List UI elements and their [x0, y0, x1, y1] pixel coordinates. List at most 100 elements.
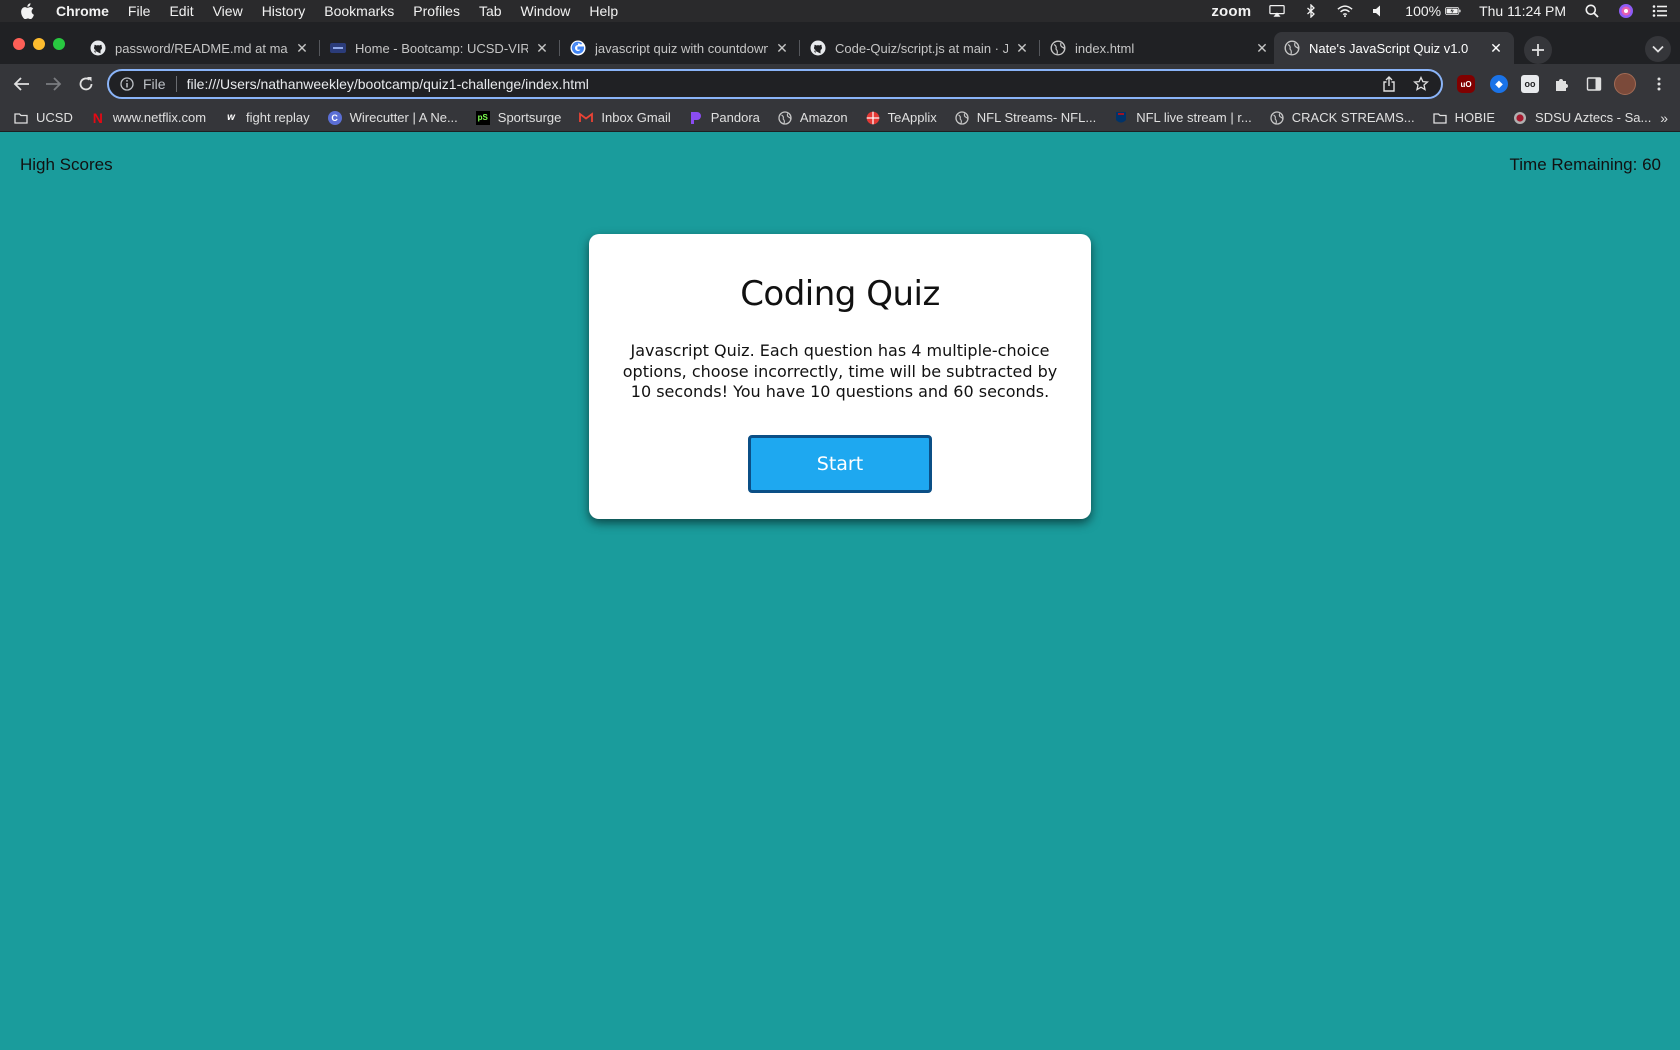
- more-menu-icon[interactable]: [1650, 75, 1668, 93]
- menu-tab[interactable]: Tab: [479, 3, 502, 19]
- bookmark-crack-streams[interactable]: CRACK STREAMS...: [1270, 110, 1415, 125]
- bookmark-gmail[interactable]: Inbox Gmail: [579, 110, 671, 125]
- zoom-status[interactable]: zoom: [1211, 3, 1251, 20]
- bootcamp-icon: [330, 40, 346, 56]
- bookmark-netflix[interactable]: N www.netflix.com: [91, 109, 206, 126]
- tab-readme[interactable]: password/README.md at mast ✕: [80, 32, 320, 64]
- airplay-icon[interactable]: [1269, 4, 1286, 18]
- reload-button[interactable]: [74, 72, 98, 96]
- control-center-icon[interactable]: [1652, 4, 1668, 18]
- tab-search-button[interactable]: [1645, 36, 1671, 62]
- menu-app-name[interactable]: Chrome: [56, 3, 109, 19]
- bluetooth-icon[interactable]: [1303, 4, 1319, 18]
- bookmark-nfl-streams[interactable]: NFL Streams- NFL...: [955, 110, 1096, 125]
- tab-bootcamp[interactable]: Home - Bootcamp: UCSD-VIRT ✕: [320, 32, 560, 64]
- menu-window[interactable]: Window: [521, 3, 571, 19]
- tab-index-html[interactable]: index.html ✕: [1040, 32, 1280, 64]
- bookmark-label: TeApplix: [887, 110, 937, 125]
- bookmark-nfl-live-stream[interactable]: NFL live stream | r...: [1114, 110, 1252, 125]
- browser-toolbar: File file:///Users/nathanweekley/bootcam…: [0, 64, 1680, 104]
- menu-help[interactable]: Help: [589, 3, 618, 19]
- tab-title: Nate's JavaScript Quiz v1.0: [1309, 40, 1469, 56]
- menu-bookmarks[interactable]: Bookmarks: [324, 3, 394, 19]
- tab-strip: password/README.md at mast ✕ Home - Boot…: [0, 22, 1680, 64]
- share-icon[interactable]: [1379, 74, 1399, 94]
- close-tab-icon[interactable]: ✕: [534, 40, 550, 56]
- gmail-icon: [579, 111, 594, 125]
- close-tab-icon[interactable]: ✕: [294, 40, 310, 56]
- clock[interactable]: Thu 11:24 PM: [1479, 3, 1566, 19]
- back-button[interactable]: [10, 72, 34, 96]
- bookmark-pandora[interactable]: Pandora: [689, 110, 760, 125]
- battery-status[interactable]: 100%: [1405, 3, 1461, 19]
- bookmark-label: Sportsurge: [497, 110, 562, 125]
- puzzle-extensions-icon[interactable]: [1553, 75, 1571, 93]
- bookmarks-overflow-icon[interactable]: »: [1660, 110, 1668, 126]
- menu-view[interactable]: View: [213, 3, 243, 19]
- globe-icon: [778, 110, 792, 125]
- start-button[interactable]: Start: [748, 434, 932, 493]
- ublock-extension-icon[interactable]: uO: [1457, 75, 1475, 93]
- close-window-button[interactable]: [13, 38, 25, 50]
- blue-extension-icon[interactable]: ◆: [1490, 75, 1508, 93]
- bookmark-label: Pandora: [710, 110, 760, 125]
- bookmarks-bar: UCSD N www.netflix.com w fight replay C …: [0, 104, 1680, 132]
- tab-quiz-active[interactable]: Nate's JavaScript Quiz v1.0 ✕: [1274, 32, 1514, 64]
- globe-icon: [1284, 40, 1300, 56]
- menu-file[interactable]: File: [128, 3, 151, 19]
- nfl-icon: [1114, 111, 1128, 125]
- menu-profiles[interactable]: Profiles: [413, 3, 460, 19]
- address-bar[interactable]: File file:///Users/nathanweekley/bootcam…: [107, 69, 1443, 99]
- nyt-icon: C: [327, 110, 342, 125]
- tab-title: password/README.md at mast: [115, 40, 288, 56]
- menu-edit[interactable]: Edit: [169, 3, 193, 19]
- tab-code-quiz-script[interactable]: Code-Quiz/script.js at main · J ✕: [800, 32, 1040, 64]
- github-icon: [810, 40, 826, 56]
- bookmark-label: Wirecutter | A Ne...: [349, 110, 458, 125]
- battery-percent: 100%: [1405, 3, 1442, 19]
- close-tab-icon[interactable]: ✕: [1254, 40, 1270, 56]
- bookmark-sportsurge[interactable]: pS Sportsurge: [475, 110, 562, 125]
- bookmark-teapplix[interactable]: TeApplix: [866, 110, 937, 125]
- bookmark-sdsu-aztecs[interactable]: SDSU Aztecs - Sa...: [1513, 110, 1651, 125]
- folder-icon: [1432, 111, 1447, 125]
- quiz-start-card: Coding Quiz Javascript Quiz. Each questi…: [589, 234, 1091, 519]
- high-scores-link[interactable]: High Scores: [20, 155, 113, 175]
- bookmark-star-icon[interactable]: [1411, 74, 1431, 94]
- netflix-icon: N: [92, 109, 103, 126]
- macos-menubar: Chrome File Edit View History Bookmarks …: [0, 0, 1680, 22]
- siri-icon[interactable]: [1618, 4, 1634, 18]
- volume-icon[interactable]: [1371, 4, 1387, 18]
- fullscreen-window-button[interactable]: [53, 38, 65, 50]
- oo-extension-icon[interactable]: oo: [1521, 75, 1539, 93]
- bookmark-fight-replay[interactable]: w fight replay: [224, 110, 310, 125]
- bookmark-label: fight replay: [246, 110, 310, 125]
- url-text[interactable]: file:///Users/nathanweekley/bootcamp/qui…: [187, 76, 1367, 92]
- bookmark-label: UCSD: [36, 110, 73, 125]
- bookmark-hobie[interactable]: HOBIE: [1432, 110, 1495, 125]
- bookmark-wirecutter[interactable]: C Wirecutter | A Ne...: [327, 110, 458, 125]
- apple-icon[interactable]: [20, 3, 34, 19]
- wifi-icon[interactable]: [1337, 4, 1353, 18]
- sportsurge-icon: pS: [475, 110, 490, 125]
- bookmark-amazon[interactable]: Amazon: [778, 110, 848, 125]
- window-controls: [13, 38, 65, 50]
- bookmark-ucsd[interactable]: UCSD: [14, 110, 73, 125]
- side-panel-icon[interactable]: [1585, 75, 1603, 93]
- close-tab-icon[interactable]: ✕: [1488, 40, 1504, 56]
- close-tab-icon[interactable]: ✕: [774, 40, 790, 56]
- forward-button[interactable]: [41, 72, 65, 96]
- google-icon: [570, 40, 586, 56]
- info-icon[interactable]: [119, 76, 135, 92]
- omnibox-divider: [175, 76, 177, 92]
- spotlight-search-icon[interactable]: [1584, 4, 1600, 18]
- profile-avatar[interactable]: [1614, 73, 1636, 95]
- new-tab-button[interactable]: [1524, 36, 1552, 64]
- bookmark-label: NFL Streams- NFL...: [976, 110, 1097, 125]
- tab-google-search[interactable]: javascript quiz with countdown ✕: [560, 32, 800, 64]
- tab-title: Home - Bootcamp: UCSD-VIRT: [355, 40, 528, 56]
- menu-history[interactable]: History: [262, 3, 306, 19]
- close-tab-icon[interactable]: ✕: [1014, 40, 1030, 56]
- sdsu-icon: [1513, 111, 1527, 125]
- minimize-window-button[interactable]: [33, 38, 45, 50]
